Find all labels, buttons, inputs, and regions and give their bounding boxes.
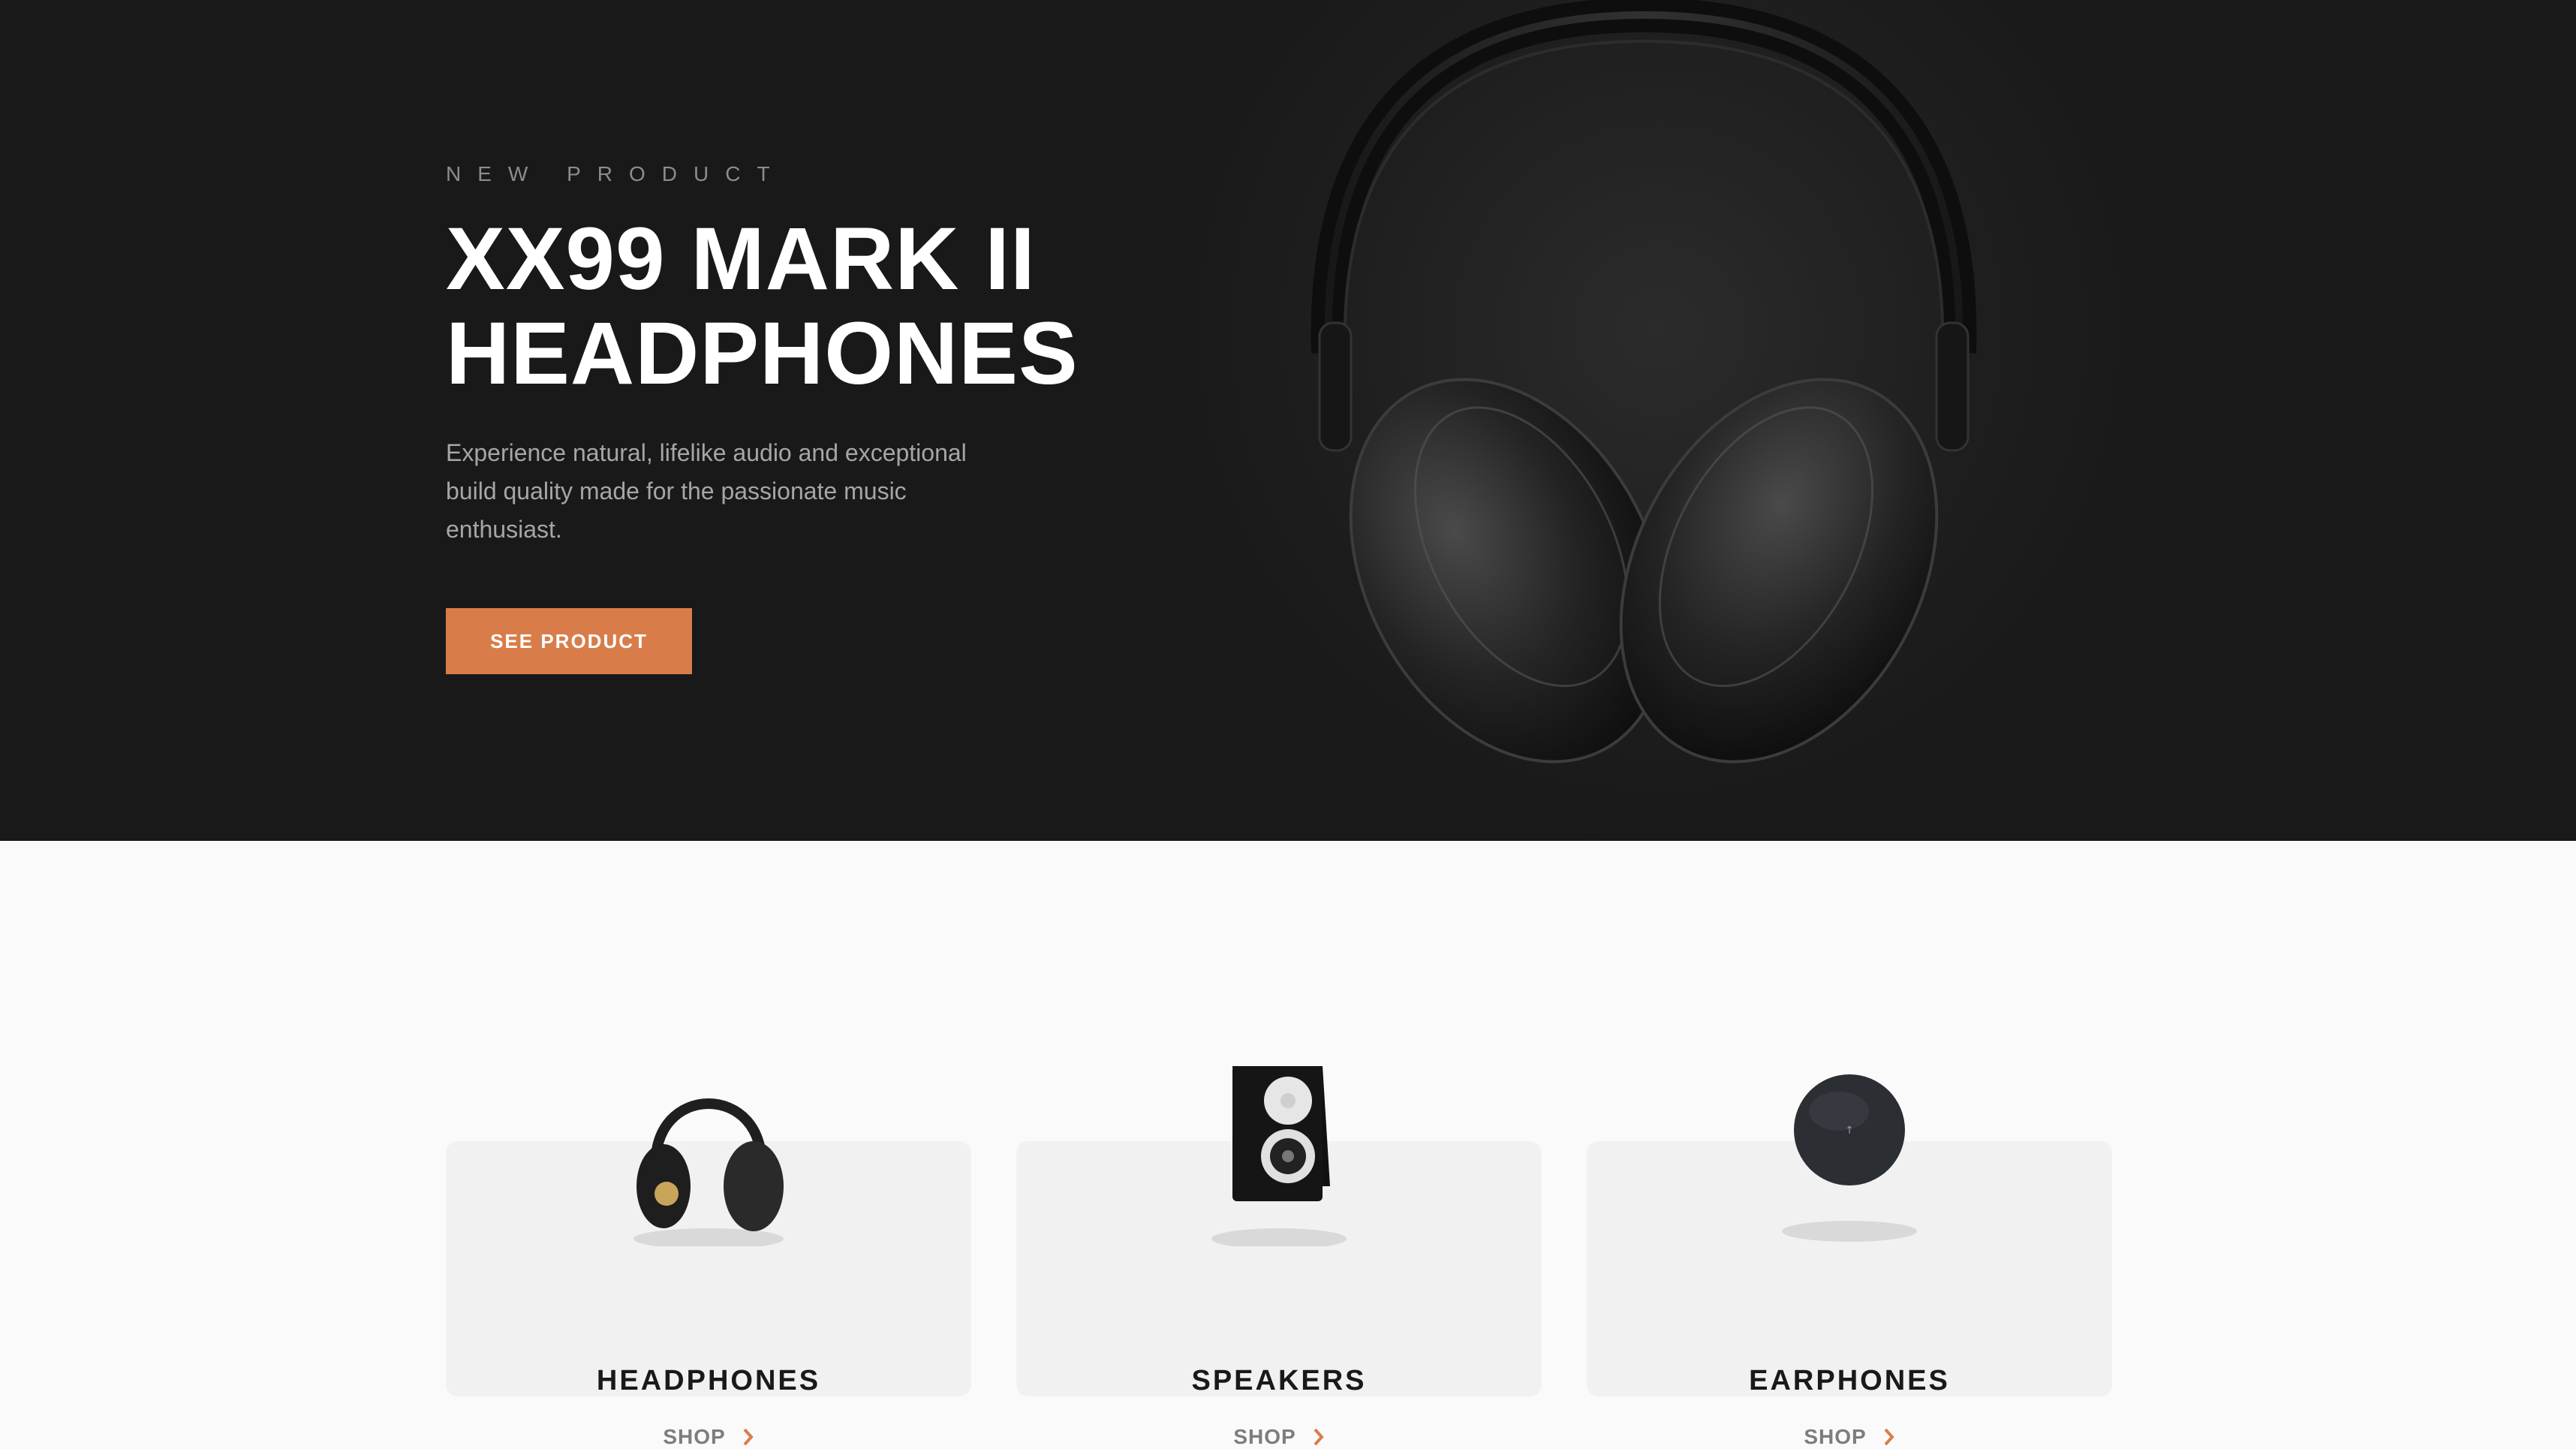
chevron-right-icon — [1884, 1428, 1894, 1446]
shop-link-label: SHOP — [1804, 1425, 1867, 1448]
category-card-headphones[interactable]: HEADPHONES SHOP — [446, 1098, 971, 1448]
hero-title-line-1: XX99 MARK II — [446, 209, 1036, 309]
shop-link[interactable]: SHOP — [1587, 1425, 2112, 1449]
card-title: EARPHONES — [1749, 1365, 1950, 1396]
chevron-right-icon — [1314, 1428, 1324, 1446]
card-title: HEADPHONES — [596, 1365, 821, 1396]
card-title: SPEAKERS — [1191, 1365, 1367, 1396]
headphones-hero-image — [1311, 0, 1977, 764]
hero-description: Experience natural, lifelike audio and e… — [446, 439, 967, 543]
hero-title-line-2: HEADPHONES — [446, 304, 1079, 403]
earphones-case-icon: ↑ — [1782, 1074, 1917, 1242]
shop-link[interactable]: SHOP — [446, 1425, 971, 1449]
category-card-speakers[interactable]: SPEAKERS SHOP — [1016, 1066, 1542, 1448]
svg-text:↑: ↑ — [1845, 1125, 1854, 1137]
speaker-icon — [1211, 1066, 1347, 1246]
shop-link[interactable]: SHOP — [1016, 1425, 1542, 1449]
hero-section: NEW PRODUCT XX99 MARK II HEADPHONES Expe… — [0, 0, 2576, 841]
headphones-icon — [633, 1098, 784, 1246]
hero-overline: NEW PRODUCT — [446, 162, 787, 185]
category-cards: HEADPHONES SHOP SPEAKERS SHOP ↑ EARPHONE… — [446, 1051, 2112, 1448]
chevron-right-icon — [743, 1428, 754, 1446]
category-card-earphones[interactable]: ↑ EARPHONES SHOP — [1587, 1074, 2112, 1448]
shop-link-label: SHOP — [663, 1425, 726, 1448]
see-product-button[interactable]: SEE PRODUCT — [446, 608, 692, 674]
hero-title: XX99 MARK II HEADPHONES — [446, 212, 1196, 401]
shop-link-label: SHOP — [1233, 1425, 1296, 1448]
